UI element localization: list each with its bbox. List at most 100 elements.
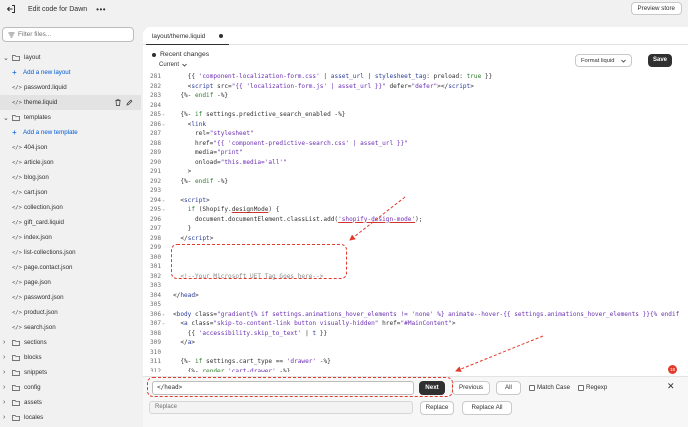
folder-icon xyxy=(12,54,20,61)
sidebar-item-templates[interactable]: ⌄ templates xyxy=(0,110,141,125)
sidebar-item-cart-json[interactable]: </> cart.json xyxy=(0,185,141,200)
trash-icon[interactable] xyxy=(115,99,121,106)
sidebar-item-label: locales xyxy=(24,414,44,421)
file-actions xyxy=(115,99,133,106)
match-case-box xyxy=(529,384,535,391)
sidebar-item-index-json[interactable]: </> index.json xyxy=(0,230,141,245)
annotation-arrows xyxy=(349,196,544,372)
sidebar-item-assets[interactable]: › assets xyxy=(0,395,141,410)
code-file-icon: </> xyxy=(12,144,22,151)
code-file-icon: </> xyxy=(12,324,22,331)
chevron-right-icon: › xyxy=(3,399,6,406)
plus-icon: + xyxy=(12,68,17,77)
pencil-icon[interactable] xyxy=(126,99,133,106)
sidebar-item-label: index.json xyxy=(24,234,52,241)
match-case-label: Match Case xyxy=(537,384,571,391)
sidebar-item-label: Add a new template xyxy=(23,129,78,136)
folder-icon xyxy=(12,369,20,376)
sidebar-item-list-collections-json[interactable]: </> list-collections.json xyxy=(0,245,141,260)
filter-icon xyxy=(8,32,15,37)
folder-icon xyxy=(12,384,20,391)
sidebar-item-label: config xyxy=(24,384,41,391)
regexp-checkbox[interactable]: Regexp xyxy=(578,384,607,391)
replace-input[interactable]: Replace xyxy=(149,401,413,414)
sidebar-item-add-a-new-template[interactable]: + Add a new template xyxy=(0,125,141,140)
code-file-icon: </> xyxy=(12,99,22,106)
sidebar-item-label: layout xyxy=(24,54,41,61)
sidebar-item-password-json[interactable]: </> password.json xyxy=(0,290,141,305)
chevron-right-icon: › xyxy=(3,354,6,361)
editor-title: Edit code for Dawn xyxy=(28,5,88,13)
sidebar-item-password-liquid[interactable]: </> password.liquid xyxy=(0,80,141,95)
sidebar-item-label: password.liquid xyxy=(24,84,67,91)
code-file-icon: </> xyxy=(12,309,22,316)
sidebar-item-search-json[interactable]: </> search.json xyxy=(0,320,141,335)
sidebar-item-404-json[interactable]: </> 404.json xyxy=(0,140,141,155)
sidebar-item-label: Add a new layout xyxy=(23,69,71,76)
sidebar-item-config[interactable]: › config xyxy=(0,380,141,395)
sidebar-item-blog-json[interactable]: </> blog.json xyxy=(0,170,141,185)
filter-files-input[interactable] xyxy=(18,31,128,38)
sidebar-item-page-json[interactable]: </> page.json xyxy=(0,275,141,290)
code-file-icon: </> xyxy=(12,84,22,91)
sidebar-item-label: article.json xyxy=(24,159,54,166)
file-tree: ⌄ layout + Add a new layout </> password.liqu… xyxy=(0,50,141,425)
highlight-find-bar xyxy=(147,377,453,397)
editor-panel: layout/theme.liquid Recent changes Curre… xyxy=(143,27,688,427)
sidebar-item-label: page.contact.json xyxy=(24,264,73,271)
folder-icon xyxy=(12,414,20,421)
sidebar-item-label: page.json xyxy=(24,279,51,286)
code-file-icon: </> xyxy=(12,174,22,181)
sidebar-item-label: blocks xyxy=(24,354,42,361)
sidebar-item-label: password.json xyxy=(24,294,64,301)
top-bar: Edit code for Dawn ••• Preview store xyxy=(0,0,688,18)
sidebar-item-snippets[interactable]: › snippets xyxy=(0,365,141,380)
close-find-icon[interactable]: ✕ xyxy=(667,381,675,392)
sidebar-item-gift-card-liquid[interactable]: </> gift_card.liquid xyxy=(0,215,141,230)
arrow-to-find-bar xyxy=(455,335,544,372)
sidebar-item-label: theme.liquid xyxy=(24,99,58,106)
sidebar-item-blocks[interactable]: › blocks xyxy=(0,350,141,365)
exit-icon[interactable] xyxy=(6,4,16,14)
sidebar-item-add-a-new-layout[interactable]: + Add a new layout xyxy=(0,65,141,80)
sidebar-item-label: templates xyxy=(24,114,51,121)
sidebar-item-label: cart.json xyxy=(24,189,48,196)
match-case-checkbox[interactable]: Match Case xyxy=(529,384,570,391)
chevron-right-icon: › xyxy=(3,339,6,346)
sidebar-item-locales[interactable]: › locales xyxy=(0,410,141,425)
filter-files-field[interactable] xyxy=(2,27,134,42)
sidebar-item-layout[interactable]: ⌄ layout xyxy=(0,50,141,65)
code-file-icon: </> xyxy=(12,204,22,211)
sidebar-item-label: list-collections.json xyxy=(24,249,76,256)
file-sidebar: ⌄layout+Add a new layout</>password.liqu… xyxy=(0,22,141,427)
more-actions-icon[interactable]: ••• xyxy=(96,5,106,14)
sidebar-item-article-json[interactable]: </> article.json xyxy=(0,155,141,170)
preview-store-button[interactable]: Preview store xyxy=(630,2,682,15)
sidebar-item-page-contact-json[interactable]: </> page.contact.json xyxy=(0,260,141,275)
sidebar-item-label: search.json xyxy=(24,324,56,331)
sidebar-item-product-json[interactable]: </> product.json xyxy=(0,305,141,320)
folder-icon xyxy=(12,114,20,121)
sidebar-item-theme-liquid[interactable]: </> theme.liquid xyxy=(0,95,141,110)
code-file-icon: </> xyxy=(12,234,22,241)
sidebar-item-label: collection.json xyxy=(24,204,63,211)
sidebar-item-label: product.json xyxy=(24,309,58,316)
plus-icon: + xyxy=(12,128,17,137)
code-file-icon: </> xyxy=(12,219,22,226)
find-all-button[interactable]: All xyxy=(496,381,521,395)
folder-icon xyxy=(12,339,20,346)
replace-button[interactable]: Replace xyxy=(420,401,454,415)
replace-all-button[interactable]: Replace All xyxy=(462,401,512,415)
sidebar-item-label: blog.json xyxy=(24,174,49,181)
sidebar-item-collection-json[interactable]: </> collection.json xyxy=(0,200,141,215)
code-file-icon: </> xyxy=(12,294,22,301)
sidebar-item-label: gift_card.liquid xyxy=(24,219,64,226)
code-file-icon: </> xyxy=(12,159,22,166)
sidebar-item-sections[interactable]: › sections xyxy=(0,335,141,350)
sidebar-item-label: snippets xyxy=(24,369,48,376)
code-file-icon: </> xyxy=(12,264,22,271)
find-previous-button[interactable]: Previous xyxy=(452,381,490,395)
chevron-right-icon: › xyxy=(3,414,6,421)
folder-icon xyxy=(12,399,20,406)
chevron-down-icon: ⌄ xyxy=(3,54,9,62)
